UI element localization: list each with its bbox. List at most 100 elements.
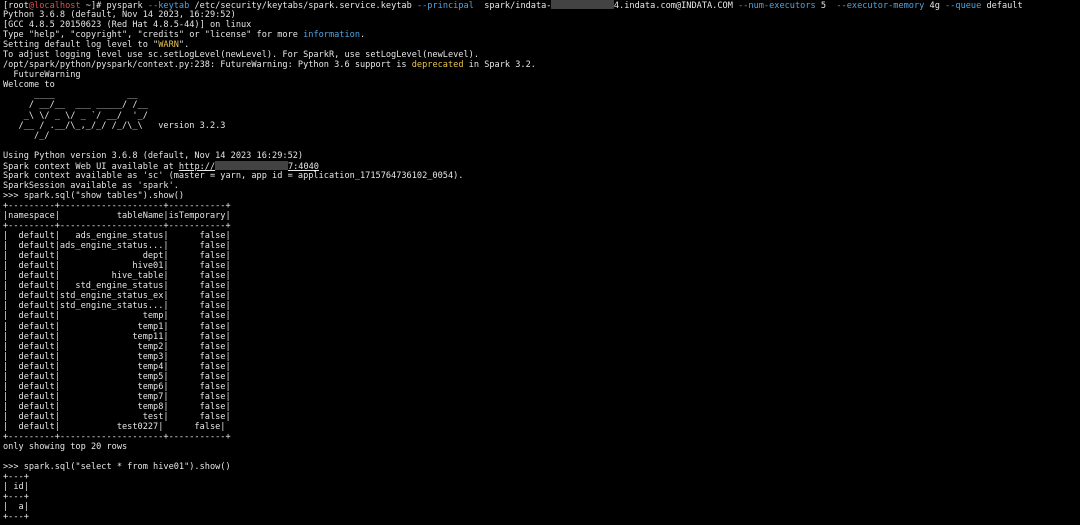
terminal-line: | default| temp6| false| — [3, 382, 1080, 392]
terminal-line: | default| test0227| false| — [3, 422, 1080, 432]
terminal-text-segment: deprecated — [411, 60, 464, 71]
terminal-text-segment: | default| temp6| false| — [3, 381, 231, 392]
terminal-line: | default| test| false| — [3, 412, 1080, 422]
terminal-line: Welcome to — [3, 80, 1080, 90]
terminal-line: | a| — [3, 502, 1080, 512]
terminal-text-segment: 7:4040 — [287, 161, 319, 171]
terminal-text-segment: 4.indata.com@INDATA.COM — [613, 1, 739, 11]
terminal-text-segment: +---------+--------------------+--------… — [3, 221, 231, 232]
terminal-text-segment: http:// — [178, 161, 216, 171]
terminal-line: | default| temp| false| — [3, 311, 1080, 321]
terminal-text-segment: in Spark 3.2. — [463, 60, 536, 71]
terminal-text-segment: Welcome to — [3, 80, 55, 91]
terminal-line: /opt/spark/python/pyspark/context.py:238… — [3, 60, 1080, 70]
terminal-text-segment: ~]# pyspark — [80, 1, 148, 11]
terminal-text-segment: . — [360, 30, 366, 41]
terminal-text-segment: /etc/security/keytabs/spark.service.keyt… — [189, 1, 417, 11]
terminal-text-segment: 4g — [924, 1, 946, 11]
terminal-text-segment: /opt/spark/python/pyspark/context.py:238… — [3, 60, 412, 71]
terminal-line: | default|std_engine_status_ex| false| — [3, 291, 1080, 301]
terminal-line: | default| temp5| false| — [3, 372, 1080, 382]
terminal-line: Setting default log level to "WARN". — [3, 40, 1080, 50]
terminal-line: +---+ — [3, 472, 1080, 482]
terminal-text-segment: | default|std_engine_status...| false| — [3, 301, 231, 312]
terminal-line: | default| temp8| false| — [3, 402, 1080, 412]
terminal-text-segment: +---+ — [3, 492, 29, 503]
terminal-text-segment: | default| dept| false| — [3, 251, 231, 262]
terminal-line: ____ __ — [3, 90, 1080, 100]
terminal-text-segment: /_/ — [3, 130, 50, 141]
terminal-text-segment: /__ / .__/\_,_/_/ /_/\_\ version 3.2.3 — [3, 120, 226, 131]
terminal-line: Spark context Web UI available at http:/… — [3, 160, 1080, 171]
terminal-text-segment: | default| std_engine_status| false| — [3, 281, 231, 292]
terminal-text-segment: | a| — [3, 502, 29, 513]
terminal-text-segment: >>> spark.sql("select * from hive01").sh… — [3, 462, 231, 473]
terminal-text-segment: +---+ — [3, 472, 29, 483]
terminal-line: |namespace| tableName|isTemporary| — [3, 211, 1080, 221]
terminal-text-segment: WARN — [158, 40, 179, 51]
terminal-text-segment: ____ __ — [3, 90, 138, 101]
terminal-line: Python 3.6.8 (default, Nov 14 2023, 16:2… — [3, 10, 1080, 20]
terminal-line: +---+ — [3, 492, 1080, 502]
terminal-text-segment: | default| temp8| false| — [3, 401, 231, 412]
terminal-text-segment: | default| ads_engine_status| false| — [3, 231, 231, 242]
terminal-line: | default| ads_engine_status| false| — [3, 231, 1080, 241]
terminal-line: Type "help", "copyright", "credits" or "… — [3, 30, 1080, 40]
terminal-line: +---------+--------------------+--------… — [3, 432, 1080, 442]
terminal-line: | default| temp1| false| — [3, 322, 1080, 332]
terminal-line: /_/ — [3, 131, 1080, 141]
terminal-text-segment: | default| temp2| false| — [3, 341, 231, 352]
terminal-text-segment: spark/indata- — [473, 1, 552, 11]
terminal-text-segment: | default| temp3| false| — [3, 351, 231, 362]
terminal-text-segment: +---+ — [3, 512, 29, 523]
terminal-line: _\ \/ _ \/ _ `/ __/ '_/ — [3, 111, 1080, 121]
terminal-text-segment: ". — [178, 40, 190, 51]
terminal-line: | default|std_engine_status...| false| — [3, 301, 1080, 311]
terminal-text-segment: | default|ads_engine_status...| false| — [3, 241, 231, 252]
terminal-text-segment: | id| — [3, 482, 29, 493]
terminal-text-segment: Python 3.6.8 (default, Nov 14 2023, 16:2… — [3, 10, 236, 21]
terminal-text-segment: 5 — [815, 1, 837, 11]
terminal-text-segment: @localhost — [28, 1, 81, 11]
terminal-line: | default| temp2| false| — [3, 342, 1080, 352]
terminal-line: | default| std_engine_status| false| — [3, 281, 1080, 291]
terminal-line: | default|ads_engine_status...| false| — [3, 241, 1080, 251]
terminal-text-segment: | default| hive01| false| — [3, 261, 231, 272]
terminal-text-segment: only showing top 20 rows — [3, 442, 128, 453]
terminal-text-segment: |namespace| tableName|isTemporary| — [3, 210, 231, 221]
terminal-line: | default| hive01| false| — [3, 261, 1080, 271]
terminal-line: +---------+--------------------+--------… — [3, 201, 1080, 211]
terminal-line: Using Python version 3.6.8 (default, Nov… — [3, 151, 1080, 161]
terminal-text-segment: --num-executors — [738, 1, 816, 11]
terminal-text-segment: +---------+--------------------+--------… — [3, 432, 231, 443]
terminal-line: +---+ — [3, 512, 1080, 522]
terminal-text-segment: default — [981, 1, 1023, 11]
redacted-text — [551, 0, 614, 9]
terminal-line: | default| dept| false| — [3, 251, 1080, 261]
redacted-text — [215, 160, 288, 170]
terminal-text-segment: Spark context available as 'sc' (master … — [3, 170, 464, 181]
terminal-text-segment: --keytab — [147, 1, 190, 11]
terminal-window[interactable]: [root@localhost ~]# pyspark --keytab /et… — [0, 0, 1080, 525]
terminal-text-segment: information — [303, 30, 361, 41]
terminal-text-segment: | default| temp7| false| — [3, 391, 231, 402]
terminal-line: | default| temp4| false| — [3, 362, 1080, 372]
terminal-text-segment: | default| hive_table| false| — [3, 271, 231, 282]
terminal-line: To adjust logging level use sc.setLogLev… — [3, 50, 1080, 60]
terminal-text-segment: Using Python version 3.6.8 (default, Nov… — [3, 150, 304, 161]
terminal-line: [root@localhost ~]# pyspark --keytab /et… — [3, 0, 1080, 10]
terminal-line: >>> spark.sql("select * from hive01").sh… — [3, 462, 1080, 472]
terminal-line: FutureWarning — [3, 70, 1080, 80]
terminal-text-segment: To adjust logging level use sc.setLogLev… — [3, 50, 479, 61]
terminal-text-segment: _\ \/ _ \/ _ `/ __/ '_/ — [3, 110, 148, 121]
terminal-text-segment: Spark context Web UI available at — [3, 161, 179, 171]
terminal-text-segment: Type "help", "copyright", "credits" or "… — [3, 30, 304, 41]
terminal-line: Spark context available as 'sc' (master … — [3, 171, 1080, 181]
terminal-text-segment: +---------+--------------------+--------… — [3, 200, 231, 211]
terminal-line: | default| hive_table| false| — [3, 271, 1080, 281]
terminal-text-segment: | default| temp5| false| — [3, 371, 231, 382]
terminal-line: | default| temp7| false| — [3, 392, 1080, 402]
terminal-line: / __/__ ___ _____/ /__ — [3, 100, 1080, 110]
terminal-text-segment: | default|std_engine_status_ex| false| — [3, 291, 231, 302]
